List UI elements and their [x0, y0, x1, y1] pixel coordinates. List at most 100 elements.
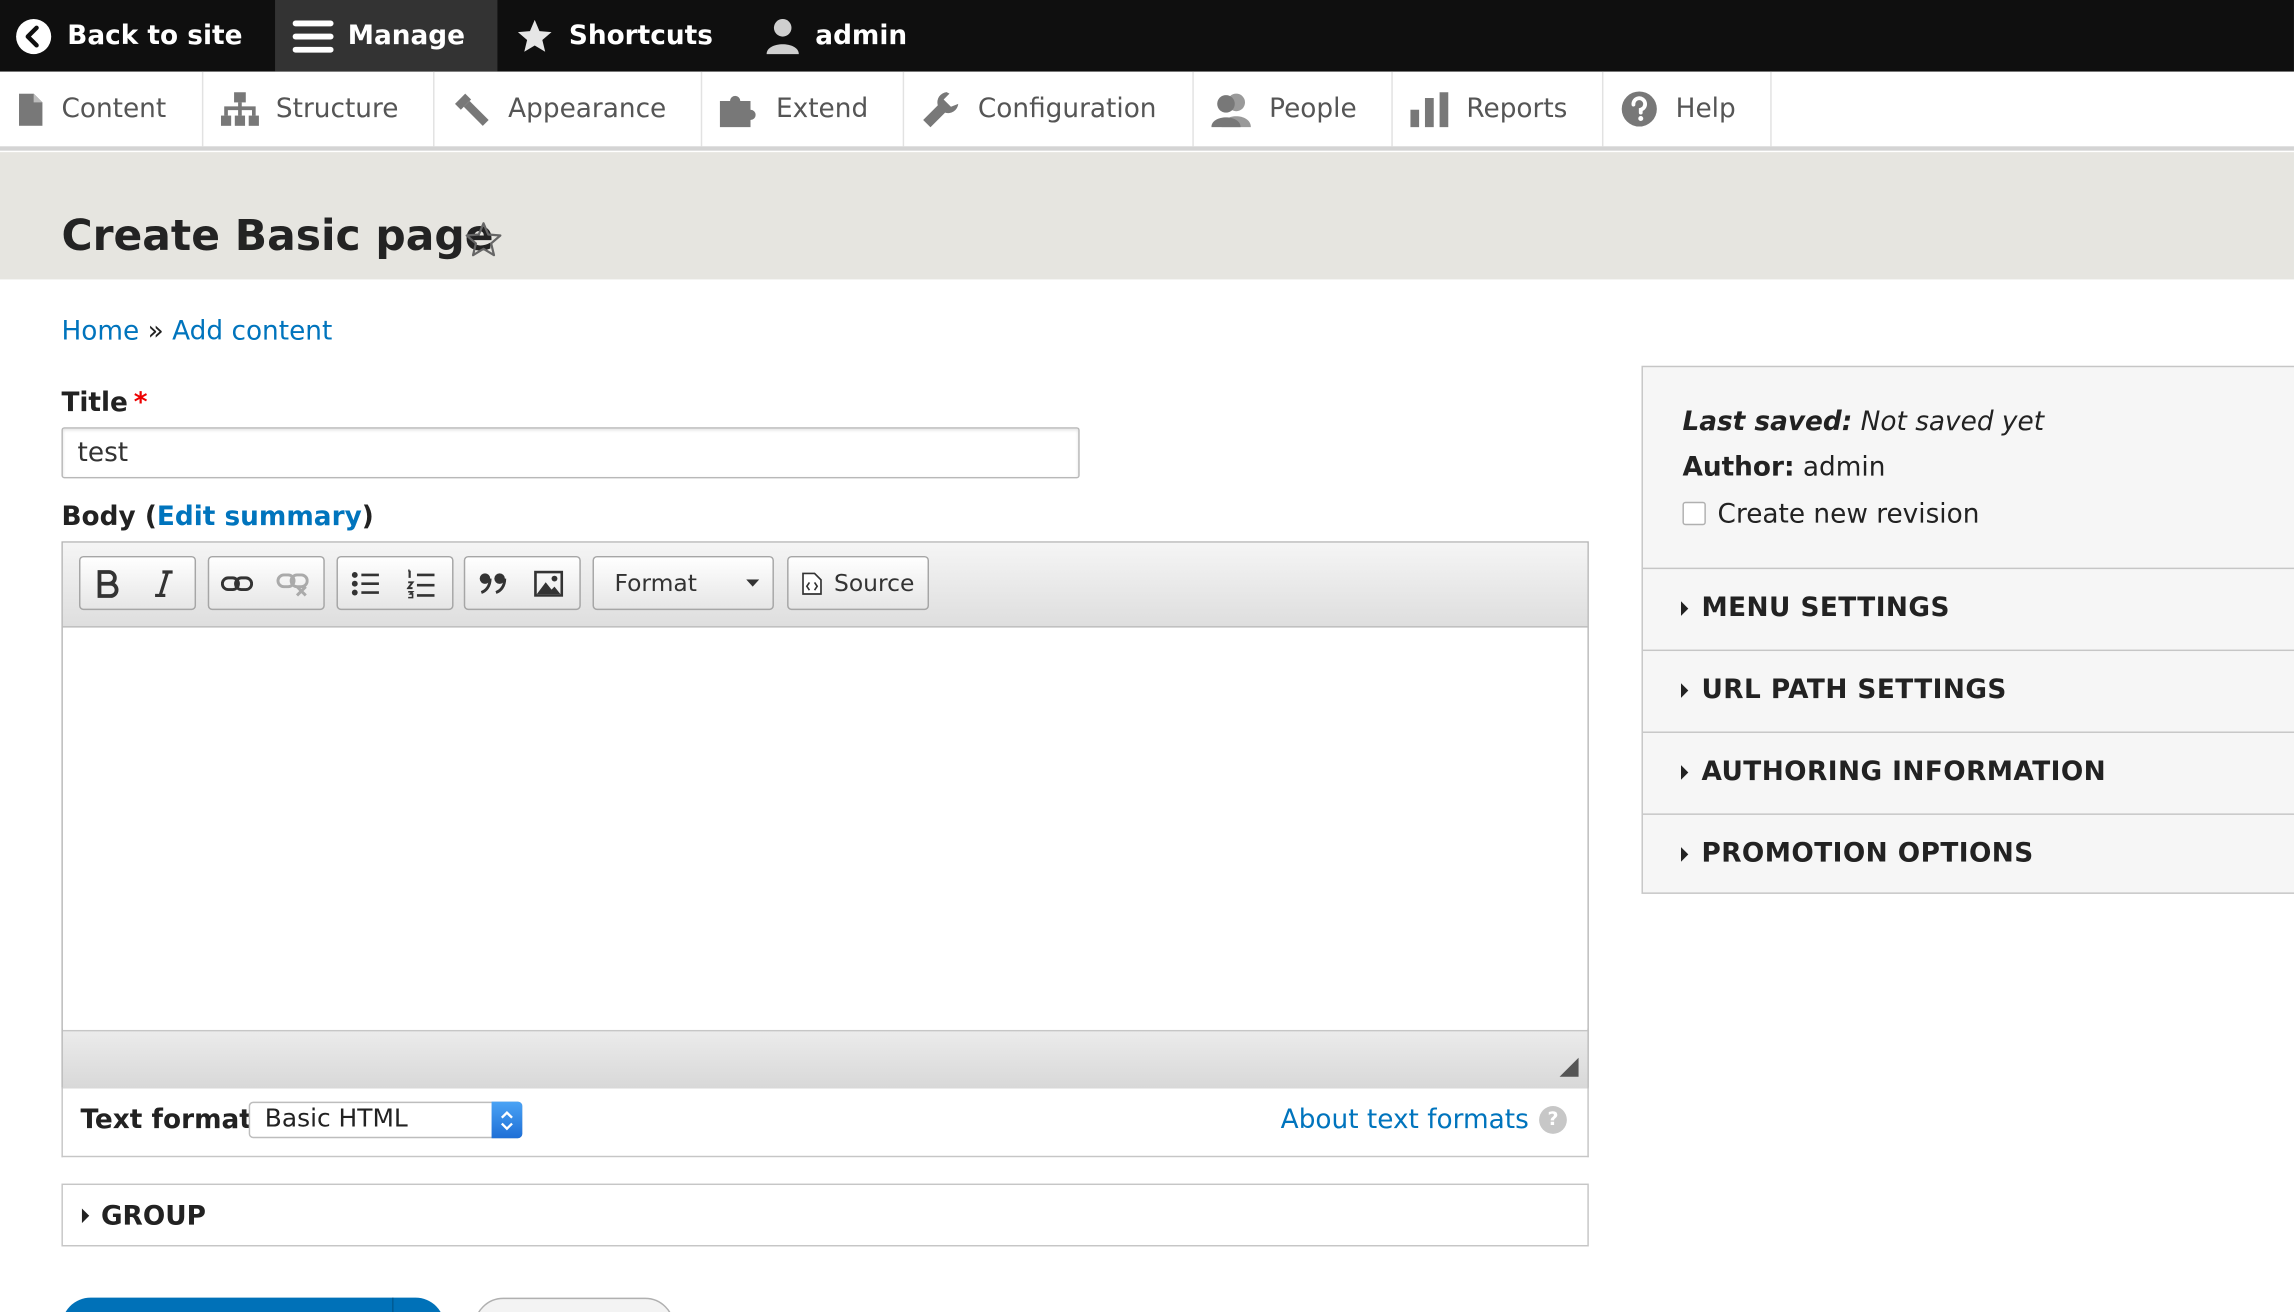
tray-item-help[interactable]: Help: [1604, 71, 1773, 147]
paintbrush-icon: [455, 92, 490, 126]
numbered-list-button[interactable]: [394, 557, 450, 608]
tray-item-reports[interactable]: Reports: [1393, 71, 1604, 147]
authoring-information-label: AUTHORING INFORMATION: [1701, 756, 2107, 788]
sitemap-icon: [220, 91, 259, 126]
back-to-site-link[interactable]: Back to site: [0, 0, 275, 72]
help-circle-icon: ?: [1539, 1106, 1567, 1134]
paren-open: (: [144, 501, 157, 533]
author-line: Author: admin: [1682, 452, 1885, 483]
back-arrow-icon: [16, 18, 52, 54]
bold-icon: [97, 569, 119, 598]
tray-item-content[interactable]: Content: [0, 71, 203, 147]
edit-summary-link[interactable]: Edit summary: [157, 502, 362, 533]
tray-label-appearance: Appearance: [508, 93, 667, 125]
user-tab[interactable]: admin: [745, 0, 939, 72]
group-details-label: GROUP: [100, 1201, 206, 1232]
title-label: Title *: [61, 388, 147, 419]
source-button-label: Source: [833, 569, 915, 597]
body-editor: Format Source: [61, 541, 1589, 1089]
create-revision-label[interactable]: Create new revision: [1718, 499, 1980, 530]
title-input[interactable]: [61, 427, 1080, 479]
tray-item-appearance[interactable]: Appearance: [435, 71, 703, 147]
tray-item-structure[interactable]: Structure: [203, 71, 435, 147]
unlink-icon: [276, 572, 309, 596]
breadcrumb-add-content-link[interactable]: Add content: [172, 316, 332, 347]
tray-label-people: People: [1269, 93, 1357, 125]
revision-line: Create new revision: [1682, 499, 1979, 530]
admin-menu-tray: Content Structure Appearance Extend Conf…: [0, 71, 2294, 151]
authoring-information-section[interactable]: AUTHORING INFORMATION: [1642, 732, 2294, 815]
blockquote-button[interactable]: [465, 557, 521, 608]
save-dropbutton-separator: [392, 1297, 394, 1312]
paren-close: ): [361, 501, 374, 533]
page-title: Create Basic page: [61, 210, 494, 261]
back-to-site-label: Back to site: [67, 20, 243, 52]
tray-item-people[interactable]: People: [1193, 71, 1394, 147]
author-value: admin: [1802, 452, 1886, 483]
collapse-triangle-icon: [81, 1208, 90, 1224]
add-shortcut-star-icon[interactable]: [464, 221, 504, 259]
about-text-formats-label: About text formats: [1280, 1104, 1529, 1136]
tray-label-content: Content: [61, 93, 167, 125]
format-dropdown[interactable]: Format: [592, 555, 774, 611]
about-text-formats-link[interactable]: About text formats ?: [1280, 1104, 1567, 1136]
bar-chart-icon: [1410, 91, 1449, 127]
bulleted-list-button[interactable]: [338, 557, 394, 608]
preview-button[interactable]: [474, 1297, 675, 1312]
user-label: admin: [815, 20, 908, 52]
source-button[interactable]: Source: [787, 555, 930, 611]
admin-toolbar: Back to site Manage Shortcuts admin: [0, 0, 2294, 72]
hamburger-menu-icon: [292, 19, 334, 52]
italic-icon: [155, 569, 173, 597]
menu-settings-section[interactable]: MENU SETTINGS: [1642, 568, 2294, 652]
title-label-text: Title: [61, 387, 128, 419]
link-icon: [220, 575, 254, 591]
url-path-settings-label: URL PATH SETTINGS: [1701, 674, 2007, 706]
menu-settings-label: MENU SETTINGS: [1701, 592, 1950, 624]
tray-label-structure: Structure: [275, 93, 399, 125]
links-group: [207, 555, 325, 611]
save-button[interactable]: [61, 1297, 445, 1312]
tray-label-configuration: Configuration: [977, 93, 1157, 125]
last-saved-value: Not saved yet: [1860, 406, 2045, 438]
editor-footer: [62, 1029, 1588, 1089]
collapse-triangle-icon: [1680, 765, 1689, 780]
promotion-options-section[interactable]: PROMOTION OPTIONS: [1643, 813, 2294, 895]
user-icon: [767, 18, 800, 54]
breadcrumb: Home » Add content: [61, 316, 332, 347]
page: Back to site Manage Shortcuts admin Cont…: [0, 0, 2294, 1312]
breadcrumb-home-link[interactable]: Home: [61, 316, 139, 347]
numbered-list-icon: [406, 568, 435, 598]
shortcuts-tab[interactable]: Shortcuts: [497, 0, 745, 72]
italic-button[interactable]: [136, 557, 192, 608]
select-arrows-icon: [491, 1101, 523, 1139]
tray-label-help: Help: [1675, 93, 1736, 125]
image-button[interactable]: [521, 557, 577, 608]
editor-content-area[interactable]: [62, 627, 1588, 1029]
shortcuts-label: Shortcuts: [568, 20, 713, 52]
required-marker: *: [133, 387, 148, 419]
format-dropdown-label: Format: [614, 569, 697, 597]
collapse-triangle-icon: [1680, 601, 1689, 616]
entity-meta-header: Last saved: Not saved yet Author: admin …: [1642, 367, 2294, 570]
last-saved-line: Last saved: Not saved yet: [1682, 407, 2044, 438]
editor-resize-handle[interactable]: [1559, 1057, 1579, 1077]
url-path-settings-section[interactable]: URL PATH SETTINGS: [1642, 650, 2294, 733]
unlink-button[interactable]: [265, 557, 321, 608]
media-group: [463, 555, 581, 611]
text-format-select[interactable]: Basic HTML: [248, 1101, 523, 1139]
quote-icon: [479, 572, 507, 594]
tray-item-configuration[interactable]: Configuration: [905, 71, 1194, 147]
tray-item-extend[interactable]: Extend: [703, 71, 905, 147]
text-format-label: Text format: [80, 1104, 252, 1136]
bold-button[interactable]: [80, 557, 136, 608]
text-format-value: Basic HTML: [264, 1104, 408, 1134]
manage-tab[interactable]: Manage: [274, 0, 498, 72]
create-revision-checkbox[interactable]: [1682, 501, 1706, 526]
link-button[interactable]: [209, 557, 265, 608]
dropdown-caret-icon: [746, 578, 760, 586]
group-details[interactable]: GROUP: [61, 1183, 1589, 1247]
help-icon: [1622, 91, 1658, 127]
collapse-triangle-icon: [1680, 847, 1689, 862]
lists-group: [336, 555, 454, 611]
